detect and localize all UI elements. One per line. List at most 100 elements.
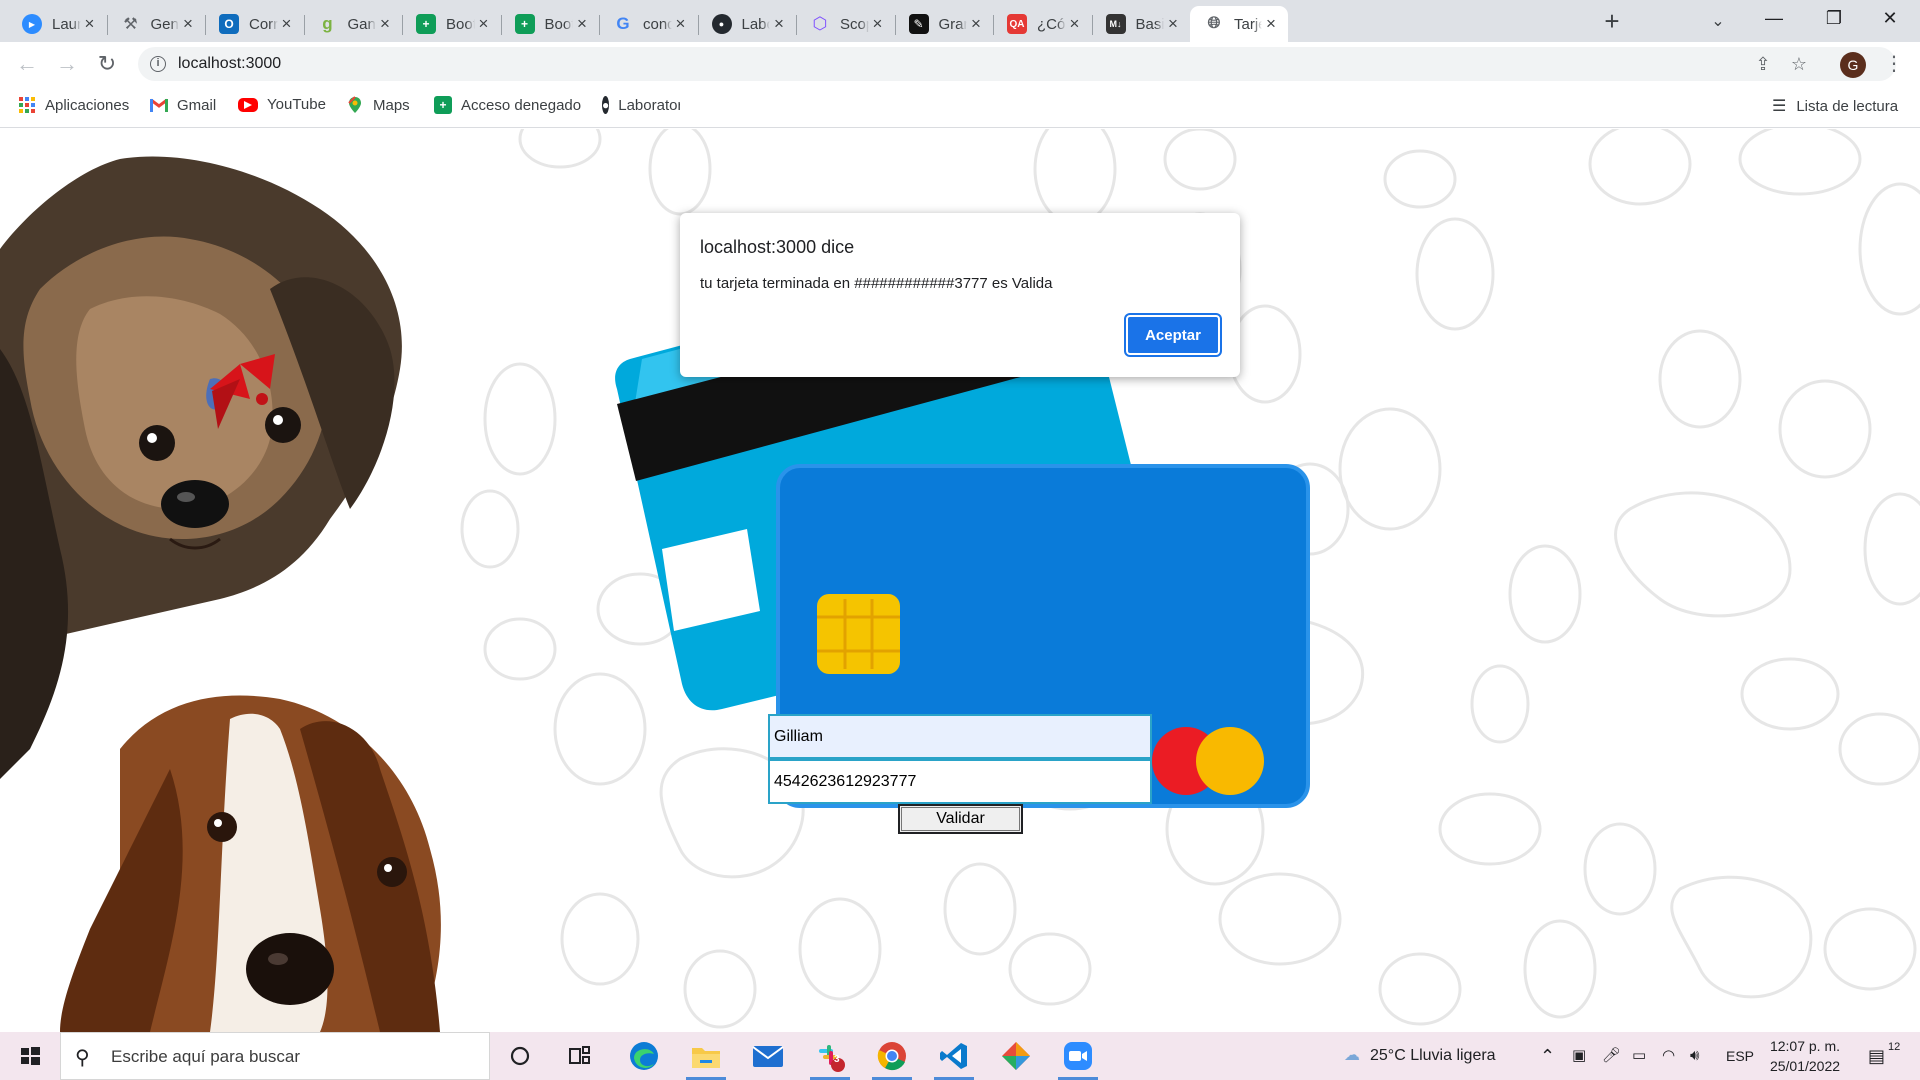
address-bar[interactable]: i localhost:3000 ⇪ ☆ xyxy=(138,47,1896,81)
new-tab-button[interactable]: + xyxy=(1598,8,1626,36)
minimize-button[interactable]: — xyxy=(1744,0,1804,36)
back-button[interactable]: ← xyxy=(12,49,42,79)
bookmark-maps[interactable]: Maps xyxy=(346,96,410,114)
alert-title: localhost:3000 dice xyxy=(700,237,855,257)
windows-taskbar: ⚲ Escribe aquí para buscar 3 ☁ 25°C Lluvi… xyxy=(0,1032,1920,1080)
reading-list-label: Lista de lectura xyxy=(1796,97,1899,115)
device-icon[interactable]: ▣ xyxy=(1572,1032,1586,1080)
forward-button[interactable]: → xyxy=(52,49,82,79)
browser-menu-icon[interactable]: ⋮ xyxy=(1882,49,1906,79)
bookmark-gmail[interactable]: Gmail xyxy=(150,96,216,114)
tab-10[interactable]: ✎ Gramática× xyxy=(894,6,994,42)
gmail-icon xyxy=(150,96,168,114)
tab-8[interactable]: ● Laboratoria× xyxy=(697,6,797,42)
tab-4[interactable]: g Ganar× xyxy=(303,6,403,42)
cloud-rain-icon: ☁ xyxy=(1344,1047,1360,1064)
tab-9[interactable]: ⬡ Scope× xyxy=(796,6,895,42)
tab-12[interactable]: M↓ Basic× xyxy=(1091,6,1191,42)
slack-icon[interactable]: 3 xyxy=(806,1040,854,1080)
reload-button[interactable]: ↻ xyxy=(92,49,122,79)
tab-5[interactable]: + Bootcamp× xyxy=(402,6,501,42)
search-placeholder: Escribe aquí para buscar xyxy=(111,1047,300,1066)
cortana-icon[interactable] xyxy=(496,1040,544,1072)
bookmark-star-icon[interactable]: ☆ xyxy=(1788,53,1810,75)
task-view-icon[interactable] xyxy=(556,1040,604,1072)
tools-icon: ⚒ xyxy=(123,16,138,33)
tab-title: ¿Cómo xyxy=(1037,15,1066,33)
bookmark-youtube[interactable]: YouTube xyxy=(238,96,326,113)
cardholder-name-input[interactable] xyxy=(768,714,1152,759)
close-icon[interactable]: × xyxy=(179,15,197,33)
reading-list-button[interactable]: ☰ Lista de lectura xyxy=(1772,96,1898,116)
language-indicator[interactable]: ESP xyxy=(1726,1032,1754,1080)
slack-badge: 3 xyxy=(834,1054,840,1065)
close-icon[interactable]: × xyxy=(376,15,394,33)
url-text: localhost:3000 xyxy=(178,55,282,72)
close-icon[interactable]: × xyxy=(278,15,296,33)
google-icon: G xyxy=(616,14,630,33)
share-icon[interactable]: ⇪ xyxy=(1752,53,1774,75)
tab-title: Correo xyxy=(249,15,278,33)
tab-11[interactable]: QA ¿Cómo× xyxy=(993,6,1092,42)
globe-icon: 🌐︎ xyxy=(1207,15,1221,32)
alert-message: tu tarjeta terminada en ############3777… xyxy=(700,275,1053,292)
bookmark-apps[interactable]: Aplicaciones xyxy=(18,96,129,114)
close-icon[interactable]: × xyxy=(1262,15,1280,33)
volume-icon[interactable]: 🔊︎ xyxy=(1690,1032,1699,1080)
tab-3[interactable]: O Correo× xyxy=(205,6,304,42)
tab-1[interactable]: ▶ Launch× xyxy=(8,6,107,42)
battery-icon[interactable]: ▭ xyxy=(1632,1032,1646,1080)
browser-toolbar: ← → ↻ i localhost:3000 ⇪ ☆ G ⋮ xyxy=(0,42,1920,86)
close-icon[interactable]: × xyxy=(573,15,591,33)
close-icon[interactable]: × xyxy=(1164,15,1182,33)
restore-button[interactable]: ❐ xyxy=(1804,0,1864,36)
microphone-icon[interactable]: 🎤︎ xyxy=(1602,1032,1621,1080)
close-icon[interactable]: × xyxy=(869,15,887,33)
alert-accept-button[interactable]: Aceptar xyxy=(1126,315,1220,355)
edge-icon[interactable] xyxy=(620,1040,668,1072)
close-icon[interactable]: × xyxy=(672,15,690,33)
bookmark-acceso-denegado[interactable]: + Acceso denegado xyxy=(434,96,581,114)
zoom-app-icon[interactable] xyxy=(1054,1040,1102,1080)
chrome-icon[interactable] xyxy=(868,1040,916,1080)
wifi-icon[interactable]: ◠ xyxy=(1662,1032,1675,1080)
close-icon[interactable]: × xyxy=(967,15,985,33)
vscode-icon[interactable] xyxy=(930,1040,978,1080)
start-button[interactable] xyxy=(0,1032,60,1080)
weather-widget[interactable]: ☁ 25°C Lluvia ligera xyxy=(1344,1032,1496,1080)
gitkraken-icon[interactable] xyxy=(992,1040,1040,1072)
alert-dialog: localhost:3000 dice tu tarjeta terminada… xyxy=(680,213,1240,377)
bookmark-laboratoria[interactable]: ● Laboratoria xyxy=(602,96,680,114)
clock-time: 12:07 p. m. xyxy=(1769,1038,1841,1054)
show-hidden-icons-chevron-icon[interactable]: ⌃ xyxy=(1540,1032,1555,1080)
close-icon[interactable]: × xyxy=(475,15,493,33)
close-icon[interactable]: × xyxy=(770,15,788,33)
system-clock[interactable]: 12:07 p. m. 25/01/2022 xyxy=(1760,1036,1850,1076)
close-window-button[interactable]: ✕ xyxy=(1860,0,1920,36)
tab-search-button[interactable]: ⌄ xyxy=(1704,8,1732,36)
close-icon[interactable]: × xyxy=(81,15,99,33)
github-icon: ● xyxy=(711,14,732,34)
tab-13[interactable]: 🌐︎ Tarjeta× xyxy=(1190,6,1288,42)
notification-count: 12 xyxy=(1888,1041,1901,1053)
profile-avatar[interactable]: G xyxy=(1840,52,1866,78)
tab-7[interactable]: Gcondicionales× xyxy=(599,6,698,42)
file-explorer-icon[interactable] xyxy=(682,1040,730,1080)
validate-button[interactable]: Validar xyxy=(898,804,1023,834)
tab-6[interactable]: + Bootcamp× xyxy=(500,6,600,42)
notifications-icon[interactable]: ▤ xyxy=(1868,1032,1885,1080)
youtube-icon xyxy=(238,97,258,112)
bookmark-label: Aplicaciones xyxy=(45,96,130,114)
page-content: Validar localhost:3000 dice tu tarjeta t… xyxy=(0,129,1920,1032)
close-icon[interactable]: × xyxy=(1066,15,1084,33)
site-info-icon[interactable]: i xyxy=(150,56,166,72)
tab-strip: ▶Launch×⚒Generate×OCorreo×gGanar×+Bootca… xyxy=(0,0,1920,42)
card-number-input[interactable] xyxy=(768,759,1152,804)
tab-2[interactable]: ⚒ Generate× xyxy=(106,6,206,42)
markdown-icon: M↓ xyxy=(1105,14,1126,34)
mail-icon[interactable] xyxy=(744,1040,792,1072)
sheets-icon: + xyxy=(416,14,436,34)
grammar-icon: ✎ xyxy=(908,14,929,34)
taskbar-search[interactable]: ⚲ Escribe aquí para buscar xyxy=(60,1032,490,1080)
tab-title: Laboratoria xyxy=(741,15,771,33)
